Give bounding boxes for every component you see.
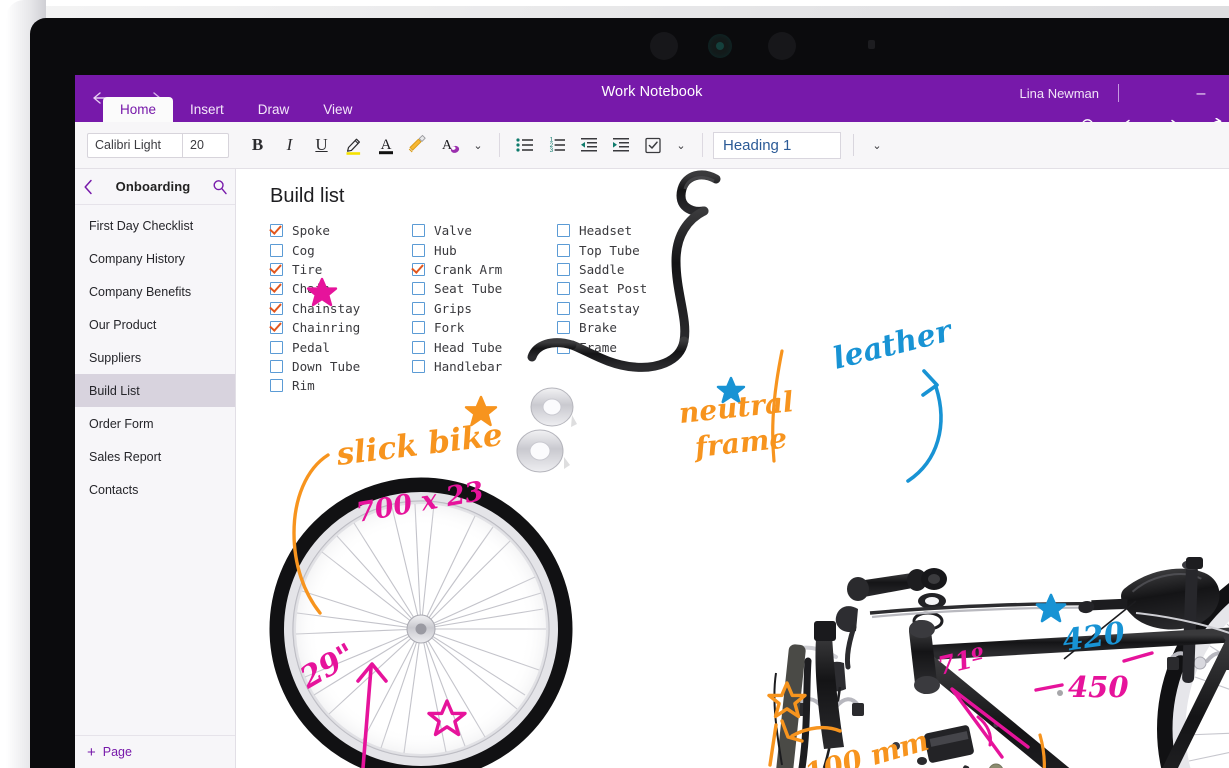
- handlebar-part: [527, 170, 721, 372]
- pedal-pair: [924, 725, 974, 763]
- font-controls: Calibri Light 20: [87, 132, 229, 158]
- font-name-input[interactable]: Calibri Light: [87, 132, 183, 158]
- bicycle-parts-photo: [269, 170, 1229, 768]
- sidebar-item-label: Suppliers: [89, 350, 142, 365]
- numbered-list-icon[interactable]: 1 2 3: [542, 131, 571, 160]
- account-name[interactable]: Lina Newman: [1020, 86, 1100, 101]
- underline-button[interactable]: U: [307, 131, 336, 160]
- sidebar-item-label: Company Benefits: [89, 284, 192, 299]
- font-more-chevron-down-icon[interactable]: ⌄: [467, 131, 489, 160]
- sidebar-item-label: Build List: [89, 383, 140, 398]
- font-color-button[interactable]: A: [371, 131, 400, 160]
- bulleted-list-icon[interactable]: [510, 131, 539, 160]
- italic-button[interactable]: I: [275, 131, 304, 160]
- tab-insert[interactable]: Insert: [173, 97, 241, 122]
- sidebar-item-company-benefits[interactable]: Company Benefits: [75, 275, 235, 308]
- sidebar-item-suppliers[interactable]: Suppliers: [75, 341, 235, 374]
- highlighter-pen-icon[interactable]: [339, 131, 368, 160]
- app-body: Onboarding First Day Checklist Company Hi…: [75, 169, 1229, 768]
- tab-home[interactable]: Home: [103, 97, 174, 122]
- plus-icon: +: [87, 743, 96, 761]
- sidebar-header: Onboarding: [75, 169, 235, 205]
- section-title: Onboarding: [115, 179, 191, 194]
- svg-text:3: 3: [549, 147, 553, 154]
- svg-text:A: A: [380, 137, 391, 153]
- sidebar-item-build-list[interactable]: Build List: [75, 374, 235, 407]
- search-icon[interactable]: [205, 179, 235, 195]
- screenshot-root: Work Notebook Lina Newman – Home Insert …: [0, 0, 1229, 768]
- ribbon-separator-2: [702, 133, 703, 157]
- title-bar: Work Notebook Lina Newman – Home Insert …: [75, 75, 1229, 135]
- format-painter-icon[interactable]: [403, 131, 432, 160]
- proximity-sensor-icon: [650, 32, 678, 60]
- font-size-input[interactable]: 20: [183, 132, 229, 158]
- bold-button[interactable]: B: [243, 131, 272, 160]
- stem-and-spacers: [847, 568, 947, 631]
- sidebar-item-label: Order Form: [89, 416, 154, 431]
- styles-chevron-down-icon[interactable]: ⌄: [866, 131, 888, 160]
- tab-draw[interactable]: Draw: [241, 97, 307, 122]
- add-page-button[interactable]: + Page: [75, 735, 235, 768]
- sidebar-item-company-history[interactable]: Company History: [75, 242, 235, 275]
- sidebar-page-list: First Day Checklist Company History Compan…: [75, 205, 235, 735]
- sidebar-item-label: Sales Report: [89, 449, 162, 464]
- status-led-icon: [868, 40, 875, 49]
- sidebar-item-contacts[interactable]: Contacts: [75, 473, 235, 506]
- webcam-icon: [708, 34, 732, 58]
- minimize-button[interactable]: –: [1181, 83, 1221, 105]
- chevron-left-icon[interactable]: [75, 179, 101, 195]
- sidebar-item-our-product[interactable]: Our Product: [75, 308, 235, 341]
- ribbon-separator-1: [499, 133, 500, 157]
- sidebar-item-label: Our Product: [89, 317, 157, 332]
- ribbon-tabs: Home Insert Draw View: [103, 97, 369, 122]
- add-page-label: Page: [102, 745, 132, 759]
- front-wheel: [269, 477, 573, 768]
- sidebar-item-first-day-checklist[interactable]: First Day Checklist: [75, 209, 235, 242]
- device-sensor-array: [640, 28, 940, 64]
- paragraph-style-select[interactable]: Heading 1: [713, 131, 841, 159]
- sidebar-item-label: Company History: [89, 251, 185, 266]
- ribbon-toolbar: Calibri Light 20 B I U A A ⌄ 1 2 3 ⌄ Hea…: [75, 122, 1229, 169]
- sidebar-item-order-form[interactable]: Order Form: [75, 407, 235, 440]
- note-canvas[interactable]: Build list Spoke Cog Tire Chain Chainstay Cha…: [236, 169, 1229, 768]
- clear-formatting-button[interactable]: A: [435, 131, 464, 160]
- bar-tape-rolls: [516, 387, 577, 473]
- page-list-sidebar: Onboarding First Day Checklist Company Hi…: [75, 169, 236, 768]
- styles-group: Heading 1 ⌄: [713, 131, 888, 160]
- paragraph-group: 1 2 3 ⌄: [510, 131, 692, 160]
- styles-divider: [853, 134, 854, 156]
- decrease-indent-icon[interactable]: [574, 131, 603, 160]
- text-format-group: B I U A A ⌄: [243, 131, 489, 160]
- tab-view[interactable]: View: [306, 97, 369, 122]
- ir-sensor-icon: [768, 32, 796, 60]
- titlebar-divider: [1118, 84, 1119, 102]
- sidebar-item-sales-report[interactable]: Sales Report: [75, 440, 235, 473]
- increase-indent-icon[interactable]: [606, 131, 635, 160]
- onenote-window: Work Notebook Lina Newman – Home Insert …: [75, 75, 1229, 768]
- to-do-tag-icon[interactable]: [638, 131, 667, 160]
- tags-more-chevron-down-icon[interactable]: ⌄: [670, 131, 692, 160]
- brake-lever-upper: [835, 602, 1139, 670]
- sidebar-item-label: Contacts: [89, 482, 139, 497]
- sidebar-item-label: First Day Checklist: [89, 218, 194, 233]
